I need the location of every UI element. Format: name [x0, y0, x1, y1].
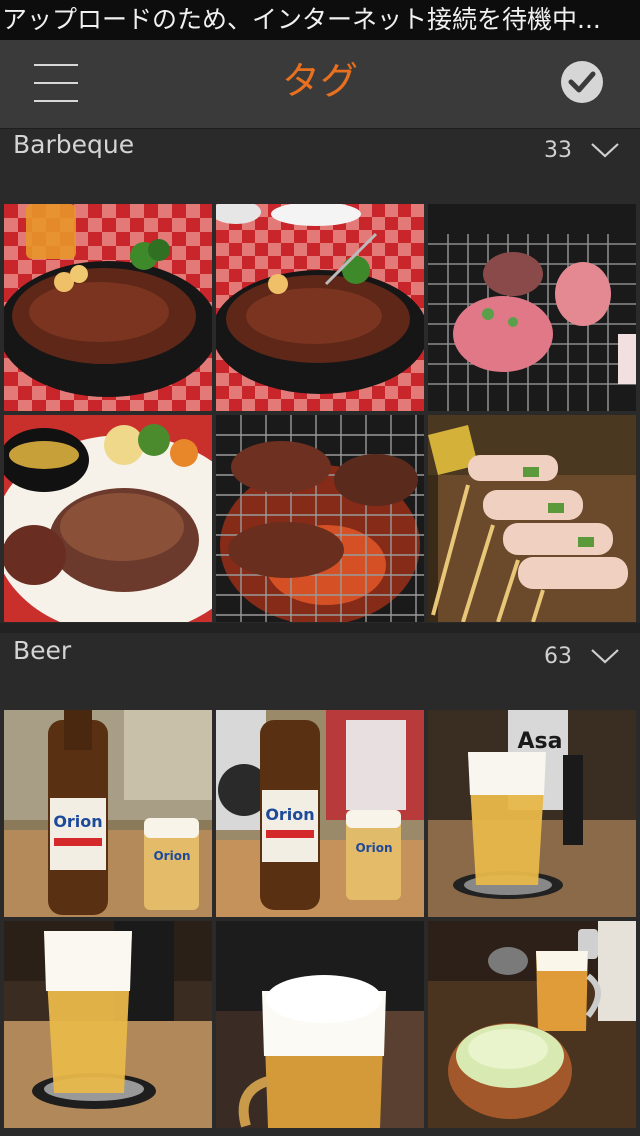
checkmark-circle-icon: [561, 61, 603, 103]
done-button[interactable]: [560, 60, 604, 104]
section-title: Beer: [13, 636, 72, 665]
photo-thumbnail[interactable]: Orion Orion: [4, 710, 212, 917]
hamburger-menu-icon: [34, 64, 78, 66]
photo-thumbnail[interactable]: Asa: [428, 710, 636, 917]
svg-text:Orion: Orion: [265, 805, 314, 824]
photo-thumbnail[interactable]: [216, 921, 424, 1128]
section-header-barbeque[interactable]: Barbeque 33: [0, 130, 640, 200]
photo-grid-beer: Orion Orion Orion Orion Asa: [0, 709, 640, 1129]
photo-thumbnail[interactable]: [428, 204, 636, 411]
svg-text:Orion: Orion: [53, 812, 102, 831]
chevron-down-icon[interactable]: [590, 140, 620, 160]
photo-thumbnail[interactable]: [216, 415, 424, 622]
section-header-beer[interactable]: Beer 63: [0, 636, 640, 706]
photo-grid-barbeque: [0, 203, 640, 623]
section-title: Barbeque: [13, 130, 135, 159]
status-bar: アップロードのため、インターネット接続を待機中...: [0, 0, 640, 40]
page-title: タグ: [281, 59, 358, 103]
chevron-down-icon[interactable]: [590, 646, 620, 666]
section-count: 63: [544, 644, 572, 669]
status-message: アップロードのため、インターネット接続を待機中...: [2, 5, 601, 34]
photo-thumbnail[interactable]: [4, 415, 212, 622]
photo-thumbnail[interactable]: [4, 921, 212, 1128]
svg-text:Orion: Orion: [355, 841, 392, 855]
section-count: 33: [544, 138, 572, 163]
hamburger-line: [34, 82, 78, 84]
photo-thumbnail[interactable]: [428, 415, 636, 622]
photo-thumbnail[interactable]: Orion Orion: [216, 710, 424, 917]
section-separator: [0, 623, 640, 633]
menu-button[interactable]: [24, 56, 88, 112]
hamburger-line: [34, 100, 78, 102]
svg-text:Orion: Orion: [153, 849, 190, 863]
navigation-bar: タグ: [0, 40, 640, 129]
svg-text:Asa: Asa: [518, 729, 563, 754]
photo-thumbnail[interactable]: [4, 204, 212, 411]
photo-thumbnail[interactable]: [216, 204, 424, 411]
photo-thumbnail[interactable]: [428, 921, 636, 1128]
